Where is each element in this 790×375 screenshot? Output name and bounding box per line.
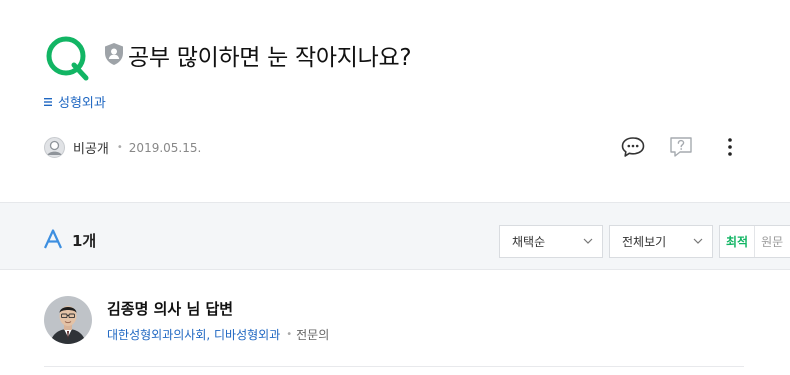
- answerer-affiliation[interactable]: 대한성형외과의사회, 디바성형외과: [107, 326, 280, 343]
- sort-select[interactable]: 채택순: [499, 225, 603, 258]
- question-title: 공부 많이하면 눈 작아지나요?: [128, 45, 412, 71]
- sort-select-value: 채택순: [512, 235, 546, 249]
- tab-original[interactable]: 원문: [755, 226, 789, 257]
- answers-toolbar: 1개 채택순 전체보기 최적 원문: [0, 202, 790, 270]
- more-vertical-icon[interactable]: [720, 135, 740, 159]
- divider: [44, 366, 744, 367]
- a-mark-icon: [43, 229, 63, 249]
- tab-best[interactable]: 최적: [720, 226, 756, 257]
- info-separator: •: [286, 329, 293, 340]
- chevron-down-icon: [583, 238, 593, 244]
- answerer-info: 대한성형외과의사회, 디바성형외과 • 전문의: [107, 326, 329, 343]
- answer-order-tabs: 최적 원문: [719, 225, 790, 258]
- answer-count: 1개: [72, 232, 97, 250]
- comment-icon[interactable]: [620, 135, 646, 159]
- view-select[interactable]: 전체보기: [609, 225, 713, 258]
- category-icon: [44, 97, 52, 106]
- category-link[interactable]: 성형외과: [44, 92, 106, 111]
- author-name: 비공개: [73, 142, 109, 157]
- answerer-role: 전문의: [296, 328, 330, 342]
- default-avatar-icon: [44, 137, 65, 158]
- view-select-value: 전체보기: [622, 235, 667, 249]
- chevron-down-icon: [693, 238, 703, 244]
- question-meta: 비공개 • 2019.05.15.: [44, 137, 201, 158]
- doctor-avatar[interactable]: [44, 296, 92, 344]
- shield-lock-icon: [105, 43, 123, 65]
- q-mark-icon: [46, 36, 89, 81]
- report-question-icon[interactable]: [668, 135, 694, 159]
- category-label: 성형외과: [58, 96, 106, 111]
- question-date: 2019.05.15.: [128, 140, 202, 155]
- meta-separator: •: [116, 142, 123, 153]
- answerer-name[interactable]: 김종명 의사 님 답변: [107, 298, 233, 319]
